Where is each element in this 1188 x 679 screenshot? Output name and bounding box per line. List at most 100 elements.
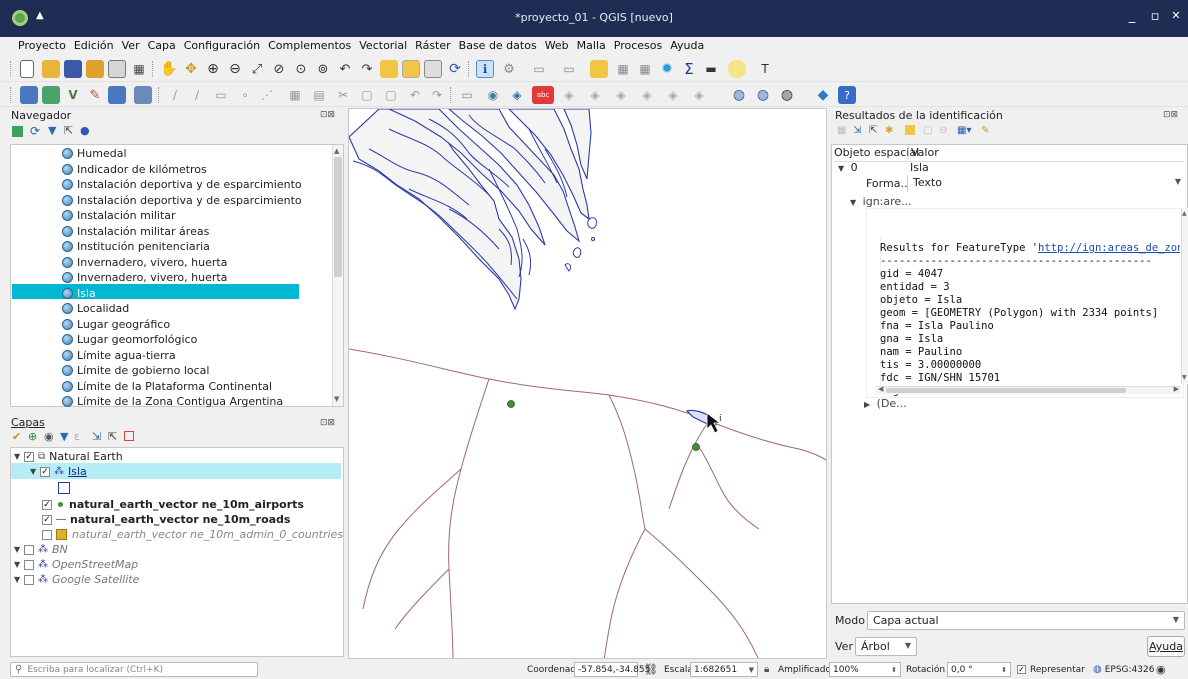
layer-admin-countries[interactable]: natural_earth_vector ne_10m_admin_0_coun… <box>42 527 343 542</box>
processing-toolbox-icon[interactable]: ✹ <box>658 60 676 78</box>
add-mesh-layer-icon[interactable] <box>108 86 126 104</box>
zoom-out-icon[interactable]: ⊖ <box>226 60 244 78</box>
collapse-tree-icon[interactable]: ⇱ <box>869 125 877 136</box>
menu-complementos[interactable]: Complementos <box>264 37 355 52</box>
select-feature-icon[interactable] <box>905 125 915 135</box>
data-source-manager-icon[interactable] <box>20 86 38 104</box>
add-group-icon[interactable]: ⊕ <box>28 430 37 443</box>
menu-proyecto[interactable]: Proyecto <box>14 37 70 52</box>
zoom-selection-icon[interactable]: ⊘ <box>270 60 288 78</box>
help-icon[interactable]: ? <box>838 86 856 104</box>
layer-openstreetmap[interactable]: ▼ ⁂ OpenStreetMap <box>14 557 138 572</box>
format-select[interactable]: Texto ▼ <box>907 175 1185 192</box>
help-button[interactable]: Ayuda <box>1147 636 1185 657</box>
scroll-up-icon[interactable]: ▲ <box>334 147 339 155</box>
label-toolbar-icon[interactable]: ▭ <box>458 86 476 104</box>
layer-visibility-checkbox[interactable] <box>24 574 34 585</box>
save-project-icon[interactable] <box>64 60 82 78</box>
navigator-item[interactable]: Límite de gobierno local <box>62 363 209 378</box>
navigator-float-close-icon[interactable]: ⊡⊠ <box>320 110 335 120</box>
digitize-icon[interactable]: ✎ <box>86 86 104 104</box>
text-annotation-icon[interactable]: T <box>756 60 774 78</box>
result-code-block[interactable]: Results for FeatureType 'http://ign:area… <box>880 208 1180 398</box>
layer-isla[interactable]: ▼ ✓ ⁂ Isla <box>30 464 87 479</box>
layer-visibility-checkbox[interactable]: ✓ <box>42 499 52 510</box>
airport-point[interactable] <box>507 400 515 408</box>
manage-map-themes-icon[interactable]: ◉ <box>44 430 54 443</box>
python-console-icon[interactable]: ◆ <box>814 86 832 104</box>
zoom-next-icon[interactable]: ↷ <box>358 60 376 78</box>
menu-web[interactable]: Web <box>541 37 573 52</box>
zoom-native-icon[interactable]: ⊚ <box>314 60 332 78</box>
scroll-right-icon[interactable]: ▶ <box>1174 385 1179 393</box>
group-visibility-checkbox[interactable]: ✓ <box>24 451 34 462</box>
expand-arrow-icon[interactable]: ▼ <box>14 560 24 569</box>
identify-features-icon[interactable]: ℹ <box>476 60 494 78</box>
navigator-item[interactable]: Límite agua-tierra <box>62 348 176 363</box>
navigator-item[interactable]: Humedal <box>62 146 127 161</box>
collapse-all-layers-icon[interactable]: ⇱ <box>108 430 117 443</box>
result-row-derived[interactable]: ▶ (De... <box>864 397 907 410</box>
redo-icon[interactable]: ↷ <box>428 86 446 104</box>
navigator-item[interactable]: Invernadero, vivero, huerta <box>62 255 227 270</box>
column-feature-header[interactable]: Objeto espacial <box>834 146 919 159</box>
result-row-feature[interactable]: ▼ 0 <box>838 161 858 174</box>
expand-arrow-icon[interactable]: ▼ <box>850 198 856 207</box>
expand-new-results-icon[interactable]: ⇲ <box>853 125 861 136</box>
save-edits-icon[interactable]: ▭ <box>212 86 230 104</box>
navigator-item[interactable]: Localidad <box>62 301 129 316</box>
add-selected-layers-icon[interactable] <box>12 126 23 137</box>
expand-arrow-icon[interactable]: ▼ <box>14 545 24 554</box>
scroll-down-icon[interactable]: ▼ <box>1182 374 1187 381</box>
new-bookmark-icon[interactable] <box>380 60 398 78</box>
cut-features-icon[interactable]: ✂ <box>334 86 352 104</box>
layer-visibility-checkbox[interactable] <box>24 544 34 555</box>
show-bookmarks-icon[interactable] <box>402 60 420 78</box>
layer-visibility-checkbox[interactable]: ✓ <box>40 466 50 477</box>
airport-point[interactable] <box>692 443 700 451</box>
menu-edicion[interactable]: Edición <box>70 37 118 52</box>
change-label-icon[interactable]: ◈ <box>664 86 682 104</box>
open-layer-styling-icon[interactable]: ✔ <box>12 430 21 443</box>
expand-arrow-icon[interactable]: ▼ <box>14 452 24 461</box>
result-row-ign[interactable]: ▼ ign:are... <box>850 195 912 208</box>
pan-to-selection-icon[interactable]: ✥ <box>182 60 200 78</box>
expand-arrow-icon[interactable]: ▶ <box>864 400 870 409</box>
lock-scale-icon[interactable]: 🔒︎ <box>764 662 769 677</box>
menu-raster[interactable]: Ráster <box>411 37 454 52</box>
filter-by-expression-icon[interactable]: ε <box>74 430 80 443</box>
add-vector-tile-icon[interactable]: V <box>64 86 82 104</box>
scroll-down-icon[interactable]: ▼ <box>334 395 339 403</box>
navigator-item[interactable]: Instalación deportiva y de esparcimiento <box>62 193 302 208</box>
spinner-icon[interactable]: ⬍ <box>891 666 897 674</box>
scrollbar-thumb[interactable] <box>334 157 342 277</box>
enable-properties-icon[interactable]: ● <box>80 124 90 137</box>
layer-visibility-checkbox[interactable] <box>24 559 34 570</box>
pin-labels-icon[interactable]: ◈ <box>560 86 578 104</box>
layer-labeling-icon[interactable]: ◈ <box>508 86 526 104</box>
layers-float-close-icon[interactable]: ⊡⊠ <box>320 418 335 428</box>
navigator-item[interactable]: Lugar geomorfológico <box>62 332 197 347</box>
label-abc-icon[interactable]: abc <box>532 86 554 104</box>
filter-legend-icon[interactable]: ▼ <box>60 430 68 443</box>
navigator-item[interactable]: Instalación militar <box>62 208 176 223</box>
navigator-item[interactable]: Isla <box>62 286 96 301</box>
navigator-item[interactable]: Institución penitenciaria <box>62 239 210 254</box>
render-checkbox[interactable]: ✓ <box>1017 665 1026 674</box>
map-canvas[interactable]: i <box>348 108 827 659</box>
coordinate-field[interactable]: -57.854,-34.855 <box>574 662 650 677</box>
add-vector-layer-icon[interactable] <box>42 86 60 104</box>
column-value-header[interactable]: Valor <box>908 146 939 159</box>
undo-icon[interactable]: ↶ <box>406 86 424 104</box>
layer-google-satellite[interactable]: ▼ ⁂ Google Satellite <box>14 572 139 587</box>
collapse-all-icon[interactable]: ⇱ <box>64 124 73 137</box>
temporal-controller-icon[interactable] <box>424 60 442 78</box>
layer-roads[interactable]: ✓ natural_earth_vector ne_10m_roads <box>42 512 290 527</box>
minimize-button[interactable]: _ <box>1124 9 1140 24</box>
label-pin-icon[interactable]: ◉ <box>484 86 502 104</box>
statistical-summary-icon[interactable]: Σ <box>680 60 698 78</box>
menu-ver[interactable]: Ver <box>118 37 144 52</box>
identify-mode-icon[interactable]: ▦▾ <box>957 125 971 136</box>
edit-pencil-icon[interactable]: ∕ <box>166 86 184 104</box>
locator-search[interactable]: ⚲ Escriba para localizar (Ctrl+K) <box>10 662 258 677</box>
